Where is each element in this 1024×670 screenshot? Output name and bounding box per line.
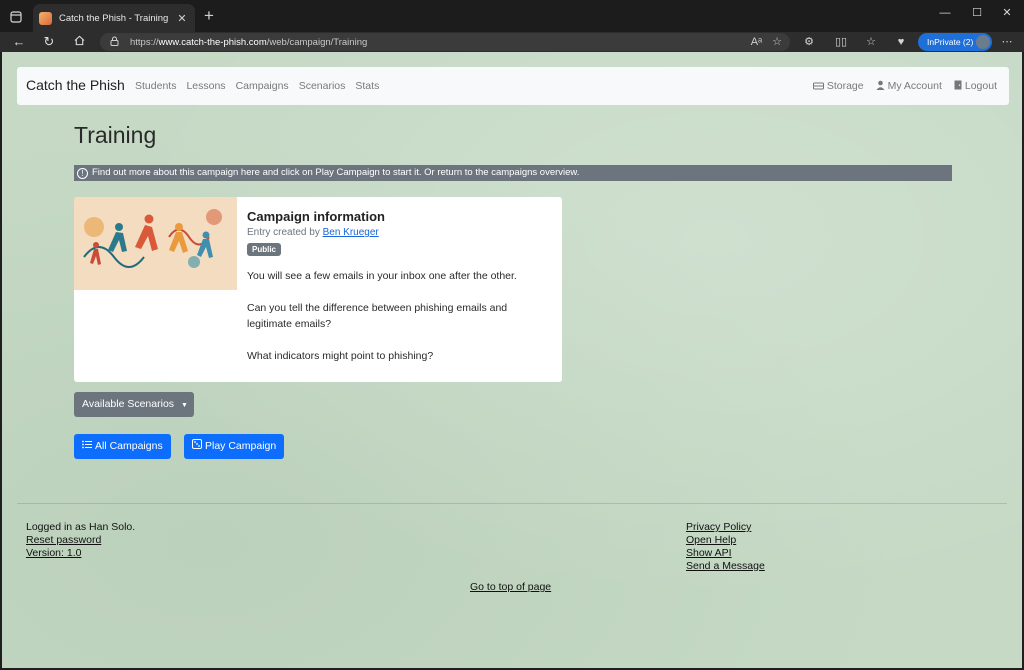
tab-actions-icon[interactable]	[6, 7, 26, 27]
site-navbar: Catch the Phish Students Lessons Campaig…	[17, 67, 1009, 105]
browser-essentials-icon[interactable]: ♥	[892, 33, 910, 51]
all-campaigns-label: All Campaigns	[95, 440, 163, 452]
reset-password-link[interactable]: Reset password	[26, 534, 135, 547]
card-description: You will see a few emails in your inbox …	[247, 268, 547, 364]
play-campaign-label: Play Campaign	[205, 440, 277, 452]
nav-logout-label: Logout	[964, 80, 997, 92]
home-icon[interactable]	[70, 33, 88, 51]
campaign-card-body: Campaign information Entry created by Be…	[247, 209, 547, 364]
play-campaign-button[interactable]: Play Campaign	[184, 434, 285, 459]
nav-logout[interactable]: Logout	[954, 80, 997, 92]
campaign-info-card: Campaign information Entry created by Be…	[74, 197, 562, 382]
nav-account-label: My Account	[887, 80, 942, 92]
author-link[interactable]: Ben Krueger	[323, 227, 379, 238]
info-alert: ! Find out more about this campaign here…	[74, 165, 952, 181]
card-text-2: Can you tell the difference between phis…	[247, 302, 508, 330]
favorite-star-icon[interactable]: ☆	[772, 34, 782, 50]
card-title: Campaign information	[247, 209, 385, 224]
inprivate-label: InPrivate (2)	[927, 37, 974, 47]
nav-scenarios[interactable]: Scenarios	[299, 80, 346, 92]
show-api-link[interactable]: Show API	[686, 547, 765, 560]
nav-my-account[interactable]: My Account	[876, 80, 942, 92]
split-screen-icon[interactable]: ▯▯	[832, 33, 850, 51]
privacy-policy-link[interactable]: Privacy Policy	[686, 521, 765, 534]
public-badge: Public	[247, 243, 282, 256]
card-author-line: Entry created by Ben Krueger	[247, 227, 547, 238]
storage-icon	[812, 81, 824, 92]
info-circle-icon: !	[77, 167, 88, 179]
site-brand[interactable]: Catch the Phish	[26, 77, 125, 93]
send-message-link[interactable]: Send a Message	[686, 560, 765, 573]
nav-right-links: Storage My Account Logout	[812, 80, 997, 92]
nav-campaigns[interactable]: Campaigns	[236, 80, 289, 92]
more-options-icon[interactable]: ⋯	[998, 33, 1016, 51]
close-window-icon[interactable]: ✕	[992, 4, 1022, 22]
nav-students[interactable]: Students	[135, 80, 176, 92]
card-text-1: You will see a few emails in your inbox …	[247, 270, 517, 282]
go-to-top-link[interactable]: Go to top of page	[470, 581, 551, 593]
browser-tab[interactable]: Catch the Phish - Training ✕	[33, 4, 195, 32]
available-scenarios-dropdown[interactable]: Available Scenarios ▼	[74, 392, 194, 417]
nav-storage[interactable]: Storage	[812, 80, 864, 92]
dice-icon	[192, 434, 202, 459]
page-title: Training	[74, 122, 157, 148]
info-alert-text: Find out more about this campaign here a…	[92, 167, 580, 178]
open-help-link[interactable]: Open Help	[686, 534, 765, 547]
url-field[interactable]: https://www.catch-the-phish.com/web/camp…	[100, 33, 790, 51]
minimize-icon[interactable]: —	[930, 4, 960, 22]
nav-links: Students Lessons Campaigns Scenarios Sta…	[135, 80, 379, 92]
new-tab-icon[interactable]: +	[200, 6, 218, 26]
door-icon	[954, 80, 962, 92]
available-scenarios-label: Available Scenarios	[82, 398, 175, 410]
lock-icon	[110, 36, 124, 48]
logged-in-text: Logged in as Han Solo.	[26, 521, 136, 533]
list-icon	[82, 434, 92, 459]
campaign-image	[74, 197, 237, 290]
created-by-label: Entry created by	[247, 227, 320, 238]
all-campaigns-button[interactable]: All Campaigns	[74, 434, 171, 459]
nav-stats[interactable]: Stats	[355, 80, 379, 92]
back-icon[interactable]: ←	[10, 33, 28, 51]
close-tab-icon[interactable]: ✕	[175, 12, 189, 25]
url-text: https://www.catch-the-phish.com/web/camp…	[130, 36, 368, 48]
card-text-3: What indicators might point to phishing?	[247, 350, 434, 362]
version-link[interactable]: Version: 1.0	[26, 547, 135, 560]
maximize-icon[interactable]: ☐	[962, 4, 992, 22]
favorites-icon[interactable]: ☆	[862, 33, 880, 51]
site-favicon-icon	[39, 11, 52, 25]
address-bar-row: ← ↻ https://www.catch-the-phish.com/web/…	[0, 32, 1024, 52]
user-icon	[876, 80, 885, 92]
profile-avatar	[976, 35, 990, 49]
browser-tab-bar: Catch the Phish - Training ✕ + — ☐ ✕	[0, 0, 1024, 32]
nav-storage-label: Storage	[826, 80, 864, 92]
page-viewport: Catch the Phish Students Lessons Campaig…	[2, 52, 1022, 668]
inprivate-button[interactable]: InPrivate (2)	[918, 33, 992, 51]
footer-right: Privacy Policy Open Help Show API Send a…	[686, 521, 765, 573]
tab-title: Catch the Phish - Training	[59, 12, 169, 24]
footer-divider	[17, 503, 1007, 504]
nav-lessons[interactable]: Lessons	[186, 80, 225, 92]
extensions-icon[interactable]: ⚙	[800, 33, 818, 51]
caret-down-icon: ▼	[180, 402, 188, 409]
read-aloud-icon[interactable]: A͏ᵃ	[751, 34, 762, 50]
footer-left: Logged in as Han Solo. Reset password Ve…	[26, 521, 135, 560]
refresh-icon[interactable]: ↻	[40, 33, 58, 51]
